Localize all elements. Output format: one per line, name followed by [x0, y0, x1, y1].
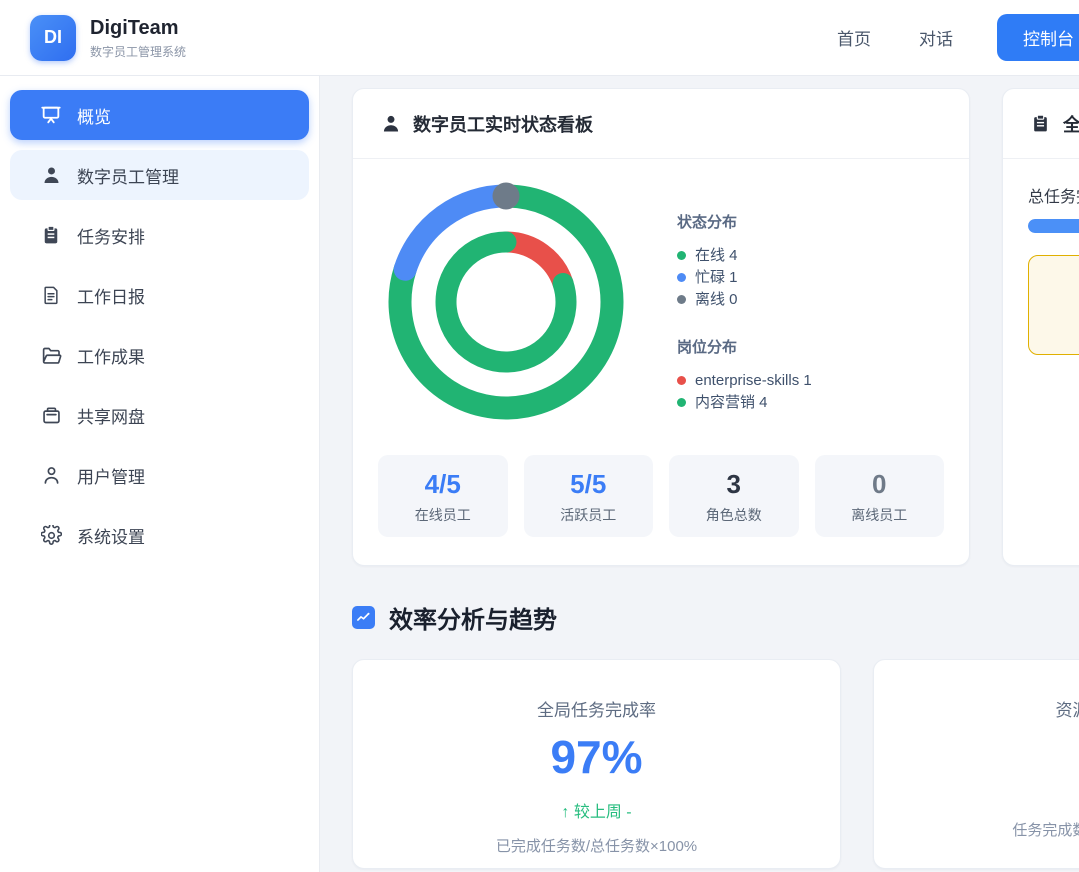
stat-box-roles: 3 角色总数 [669, 455, 799, 537]
legend-group: 岗位分布 enterprise-skills 1内容营销 4 [677, 336, 812, 413]
metric-formula: 任务完成数/员工数×100% [874, 819, 1079, 840]
metric-value: 97% [353, 733, 840, 781]
stat-label: 角色总数 [669, 505, 799, 525]
app-title: DigiTeam [90, 16, 186, 40]
status-board-title: 数字员工实时状态看板 [413, 111, 593, 137]
legend-item: 忙碌 1 [677, 267, 812, 288]
metric-trend: ↑ 较上周 - [353, 798, 840, 822]
stat-value: 3 [669, 470, 799, 498]
sidebar-item-shared-drive[interactable]: 共享网盘 [10, 390, 309, 440]
total-task-label: 总任务完成进度 [1028, 183, 1079, 207]
stat-label: 离线员工 [815, 505, 945, 525]
legend-dot [677, 295, 686, 304]
legend-dot [677, 273, 686, 282]
sidebar: 概览数字员工管理任务安排工作日报工作成果共享网盘用户管理系统设置 [0, 76, 320, 872]
status-board-header: 数字员工实时状态看板 [353, 89, 969, 159]
folder-icon [40, 344, 62, 366]
sidebar-item-user-management[interactable]: 用户管理 [10, 450, 309, 500]
brand-block: DigiTeam 数字员工管理系统 [90, 16, 186, 60]
top-nav: 首页 对话 控制台 [789, 14, 1079, 61]
efficiency-section-header: 效率分析与趋势 [352, 600, 1079, 635]
sidebar-item-label: 任务安排 [77, 223, 145, 248]
trend-chart-icon [352, 606, 375, 629]
status-board-card: 数字员工实时状态看板 状态分布在线 4忙碌 1离线 0 岗位分布 enterpris… [352, 88, 970, 566]
legend-dot [677, 398, 686, 407]
stat-label: 活跃员工 [524, 505, 654, 525]
sidebar-item-daily-report[interactable]: 工作日报 [10, 270, 309, 320]
legend-item: 在线 4 [677, 245, 812, 266]
legend-item: 离线 0 [677, 289, 812, 310]
nav-home[interactable]: 首页 [837, 25, 871, 50]
legend-item: 内容营销 4 [677, 392, 812, 413]
app-subtitle: 数字员工管理系统 [90, 43, 186, 60]
legend-label: 在线 4 [695, 245, 738, 266]
task-overview-title: 全局任务进度 [1063, 111, 1079, 137]
donut-legend: 状态分布在线 4忙碌 1离线 0 岗位分布 enterprise-skills 1内… [677, 211, 812, 427]
legend-label: 内容营销 4 [695, 392, 768, 413]
legend-dot [677, 251, 686, 260]
clipboard-icon [40, 224, 62, 246]
sidebar-item-label: 数字员工管理 [77, 163, 179, 188]
status-donut-chart [377, 169, 677, 427]
legend-group-title: 岗位分布 [677, 336, 812, 357]
legend-group-title: 状态分布 [677, 211, 812, 232]
donut-segment-enterprise-skills [506, 242, 563, 283]
sidebar-item-label: 概览 [77, 103, 111, 128]
sidebar-item-label: 共享网盘 [77, 403, 145, 428]
stat-value: 5/5 [524, 470, 654, 498]
sidebar-item-overview[interactable]: 概览 [10, 90, 309, 140]
sidebar-item-label: 系统设置 [77, 523, 145, 548]
stat-box-active: 5/5 活跃员工 [524, 455, 654, 537]
stat-box-offline: 0 离线员工 [815, 455, 945, 537]
task-warning-box [1028, 255, 1079, 355]
sidebar-item-digital-employees[interactable]: 数字员工管理 [10, 150, 309, 200]
legend-label: 忙碌 1 [695, 267, 738, 288]
donut-zero-dot [493, 183, 520, 210]
completion-rate-card: 全局任务完成率 97% ↑ 较上周 - 已完成任务数/总任务数×100% [352, 659, 841, 869]
stat-value: 0 [815, 470, 945, 498]
task-overview-header: 全局任务进度 [1003, 89, 1079, 159]
legend-label: enterprise-skills 1 [695, 370, 812, 391]
person-icon [381, 114, 401, 134]
console-button[interactable]: 控制台 [997, 14, 1079, 61]
main-content: 数字员工实时状态看板 状态分布在线 4忙碌 1离线 0 岗位分布 enterpris… [320, 76, 1079, 872]
sidebar-item-work-results[interactable]: 工作成果 [10, 330, 309, 380]
drive-icon [40, 404, 62, 426]
sidebar-item-label: 工作成果 [77, 343, 145, 368]
task-progress-bar [1028, 219, 1079, 233]
sidebar-item-system-settings[interactable]: 系统设置 [10, 510, 309, 560]
nav-chat[interactable]: 对话 [919, 25, 953, 50]
stat-label: 在线员工 [378, 505, 508, 525]
legend-item: enterprise-skills 1 [677, 370, 812, 391]
app-header: DI DigiTeam 数字员工管理系统 首页 对话 控制台 [0, 0, 1079, 76]
sidebar-item-task-schedule[interactable]: 任务安排 [10, 210, 309, 260]
legend-label: 离线 0 [695, 289, 738, 310]
resource-usage-card: 资源利用率 任务完成数/员工数×100% [873, 659, 1079, 869]
app-logo: DI [30, 15, 76, 61]
gear-icon [40, 524, 62, 546]
legend-group: 状态分布在线 4忙碌 1离线 0 [677, 211, 812, 310]
person-fill-icon [40, 164, 62, 186]
sidebar-item-label: 用户管理 [77, 463, 145, 488]
stat-box-online: 4/5 在线员工 [378, 455, 508, 537]
clipboard-icon [1031, 114, 1051, 134]
efficiency-section-title: 效率分析与趋势 [389, 600, 557, 635]
person-outline-icon [40, 464, 62, 486]
stat-value: 4/5 [378, 470, 508, 498]
stats-row: 4/5 在线员工 5/5 活跃员工 3 角色总数 0 离线员工 [353, 455, 969, 565]
metric-label: 全局任务完成率 [353, 696, 840, 721]
legend-dot [677, 376, 686, 385]
sidebar-item-label: 工作日报 [77, 283, 145, 308]
metric-label: 资源利用率 [874, 696, 1079, 721]
task-overview-card: 全局任务进度 总任务完成进度 [1002, 88, 1079, 566]
metric-formula: 已完成任务数/总任务数×100% [353, 835, 840, 856]
presentation-icon [40, 104, 62, 126]
document-icon [40, 284, 62, 306]
